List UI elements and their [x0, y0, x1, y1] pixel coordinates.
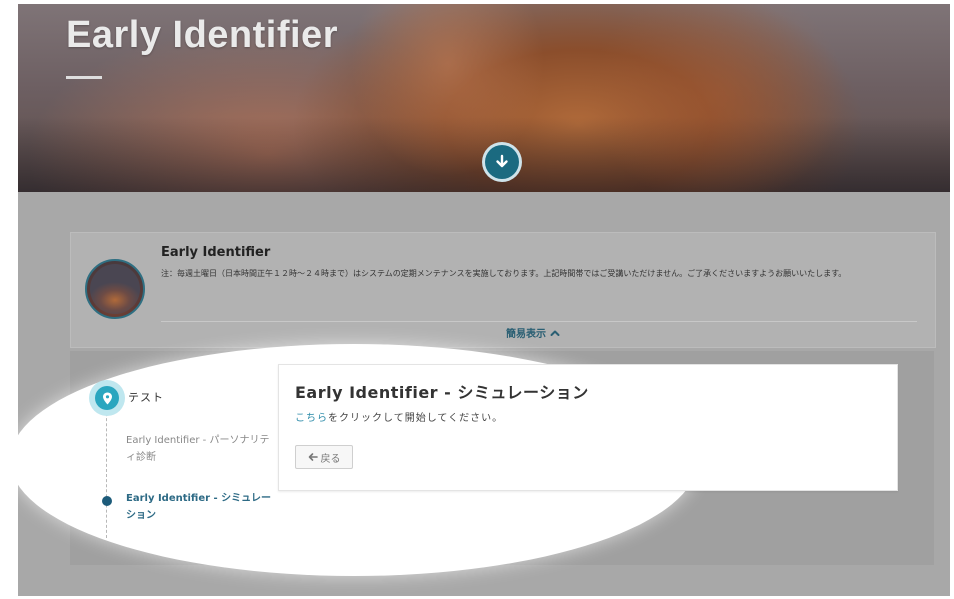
scroll-down-button[interactable] [485, 145, 519, 179]
timeline-step-simulation[interactable]: Early Identifier - シミュレーション [126, 490, 276, 524]
back-button-label: 戻る [320, 453, 341, 465]
module-instruction: こちらをクリックして開始してください。 [295, 409, 503, 424]
hero-title-underline [66, 76, 102, 79]
course-header-card: Early Identifier 注：毎週土曜日（日本時間正午１２時～２４時まで… [70, 232, 936, 348]
start-link[interactable]: こちら [295, 413, 328, 424]
module-instruction-text: をクリックして開始してください。 [328, 413, 504, 424]
maintenance-notice: 注：毎週土曜日（日本時間正午１２時～２４時まで）はシステムの定期メンテナンスを実… [161, 269, 847, 278]
compact-view-toggle[interactable]: 簡易表示 [506, 325, 560, 340]
hero-banner: Early Identifier [18, 4, 950, 192]
arrow-down-icon [496, 154, 508, 168]
timeline-section-marker [89, 380, 125, 416]
compact-view-label: 簡易表示 [506, 329, 546, 340]
arrow-left-icon [308, 453, 318, 461]
timeline-step-personality[interactable]: Early Identifier - パーソナリティ診断 [126, 432, 276, 466]
timeline-active-dot [102, 496, 112, 506]
course-divider [161, 321, 917, 322]
timeline-connector [106, 408, 107, 538]
timeline-section-label: テスト [128, 391, 164, 404]
hero-title: Early Identifier [66, 14, 338, 56]
module-title: Early Identifier - シミュレーション [295, 383, 589, 402]
chevron-up-icon [550, 330, 560, 336]
back-button[interactable]: 戻る [295, 445, 353, 469]
map-pin-icon [102, 392, 112, 404]
module-card: Early Identifier - シミュレーション こちらをクリックして開始… [278, 364, 898, 491]
course-avatar [85, 259, 145, 319]
course-title: Early Identifier [161, 245, 271, 260]
